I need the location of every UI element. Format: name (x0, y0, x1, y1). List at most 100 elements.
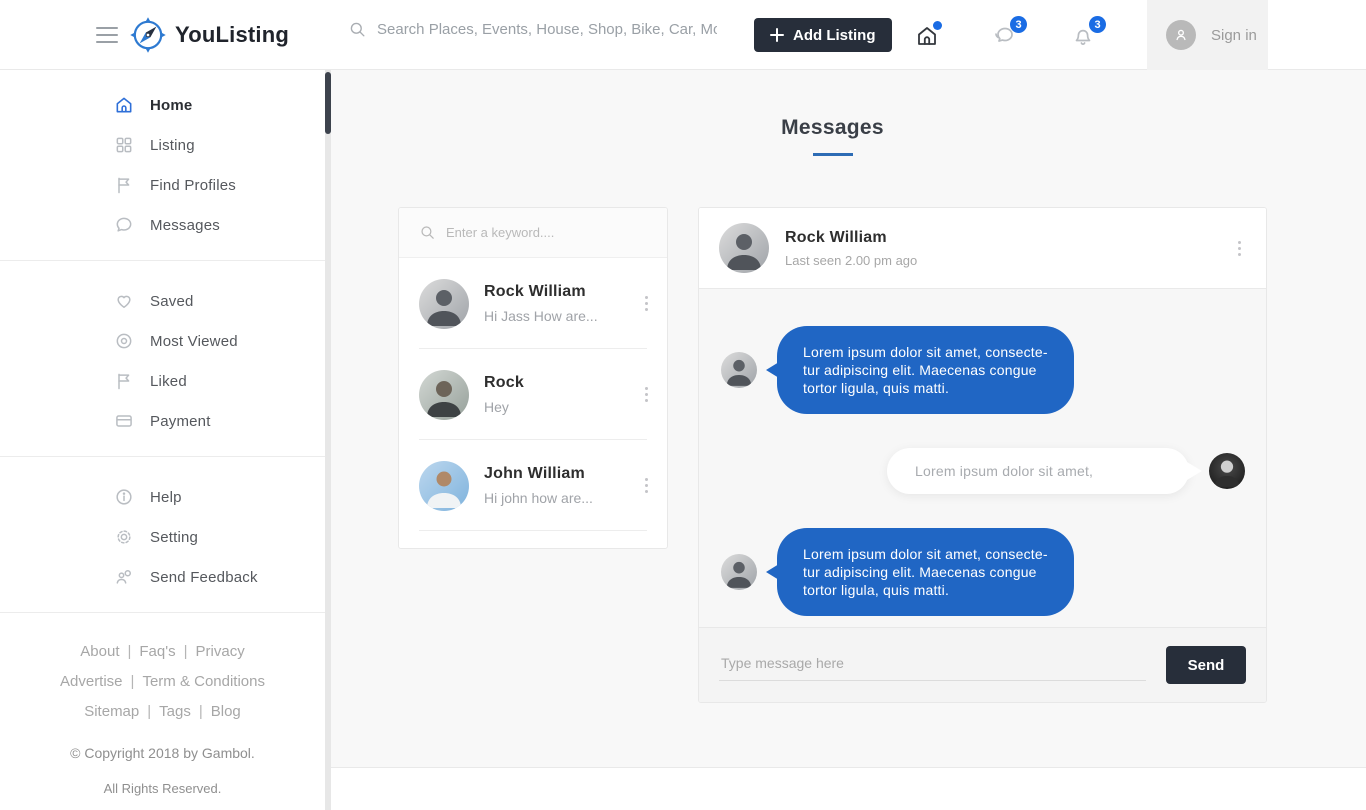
conversation-name: John William (484, 465, 639, 483)
add-listing-button[interactable]: Add Listing (754, 18, 892, 52)
sidebar-item-liked[interactable]: Liked (0, 361, 325, 401)
flag-icon (114, 175, 134, 195)
title-underline (813, 153, 853, 156)
sidebar-item-label: Payment (150, 413, 211, 430)
search-input[interactable] (377, 21, 717, 38)
sidebar-item-payment[interactable]: Payment (0, 401, 325, 441)
card-icon (114, 411, 134, 431)
chat-header: Rock William Last seen 2.00 pm ago (699, 208, 1266, 289)
search-icon (419, 224, 436, 241)
brand-name: YouListing (175, 22, 289, 48)
user-icon (1166, 20, 1196, 50)
chat-badge: 3 (1010, 16, 1027, 33)
footer-link-advertise[interactable]: Advertise (60, 673, 123, 690)
home-nav-icon[interactable] (915, 24, 939, 48)
footer-link-sitemap[interactable]: Sitemap (84, 703, 139, 720)
incoming-message-bubble: Lorem ipsum dolor sit amet, consecte- tu… (777, 326, 1074, 414)
brand-logo[interactable]: YouListing (128, 15, 289, 55)
message-icon (114, 215, 134, 235)
sign-in-button[interactable]: Sign in (1147, 0, 1268, 70)
sidebar-item-find-profiles[interactable]: Find Profiles (0, 165, 325, 205)
conversation-preview: Hey (484, 399, 639, 415)
conversation-preview: Hi john how are... (484, 490, 639, 506)
sidebar-item-label: Find Profiles (150, 177, 236, 194)
sidebar-item-help[interactable]: Help (0, 477, 325, 517)
sidebar-footer: About|Faq's|Privacy Advertise|Term & Con… (0, 613, 325, 799)
chat-panel: Rock William Last seen 2.00 pm ago Lorem… (698, 207, 1267, 703)
footer-links-row: Advertise|Term & Conditions (10, 667, 315, 697)
chat-message-area: Lorem ipsum dolor sit amet, consecte- tu… (699, 289, 1266, 627)
sidebar-item-label: Help (150, 489, 182, 506)
sidebar-item-label: Send Feedback (150, 569, 258, 586)
avatar (721, 554, 757, 590)
sidebar: Home Listing Find Profiles Messages S (0, 70, 325, 810)
footer-link-privacy[interactable]: Privacy (196, 643, 245, 660)
search-icon (348, 20, 367, 39)
global-search (348, 20, 728, 39)
main-content: Messages Rock William Hi (331, 70, 1366, 768)
bell-badge: 3 (1089, 16, 1106, 33)
footer-link-terms[interactable]: Term & Conditions (142, 673, 265, 690)
sidebar-item-most-viewed[interactable]: Most Viewed (0, 321, 325, 361)
keyword-search-input[interactable] (446, 225, 653, 240)
footer-link-about[interactable]: About (80, 643, 119, 660)
grid-icon (114, 135, 134, 155)
sidebar-item-home[interactable]: Home (0, 85, 325, 125)
home-notification-dot (933, 21, 942, 30)
sidebar-item-saved[interactable]: Saved (0, 281, 325, 321)
avatar (721, 352, 757, 388)
notifications-icon[interactable]: 3 (1071, 24, 1095, 48)
chat-last-seen: Last seen 2.00 pm ago (785, 253, 1232, 268)
message-input[interactable] (719, 649, 1146, 681)
rights-text: All Rights Reserved. (10, 779, 315, 799)
kebab-icon[interactable] (639, 295, 653, 313)
page-title: Messages (398, 116, 1267, 140)
sidebar-item-label: Messages (150, 217, 220, 234)
kebab-icon[interactable] (639, 477, 653, 495)
sidebar-item-setting[interactable]: Setting (0, 517, 325, 557)
chat-nav-icon[interactable]: 3 (992, 24, 1016, 48)
avatar (419, 279, 469, 329)
chat-composer: Send (699, 627, 1266, 702)
sidebar-scrollbar[interactable] (325, 70, 331, 810)
sidebar-item-send-feedback[interactable]: Send Feedback (0, 557, 325, 597)
avatar (419, 370, 469, 420)
kebab-icon[interactable] (1232, 239, 1246, 257)
feedback-icon (114, 567, 134, 587)
sidebar-group-main: Home Listing Find Profiles Messages (0, 70, 325, 261)
footer-links-row: About|Faq's|Privacy (10, 637, 315, 667)
sidebar-group-activity: Saved Most Viewed Liked Payment (0, 261, 325, 457)
conversation-item-john-william[interactable]: John William Hi john how are... (399, 440, 667, 531)
sidebar-item-label: Home (150, 97, 192, 114)
eye-icon (114, 331, 134, 351)
sidebar-item-label: Most Viewed (150, 333, 238, 350)
info-icon (114, 487, 134, 507)
sidebar-item-label: Setting (150, 529, 198, 546)
sidebar-item-label: Listing (150, 137, 195, 154)
conversation-preview: Hi Jass How are... (484, 308, 639, 324)
copyright-text: © Copyright 2018 by Gambol. (10, 743, 315, 763)
conversation-name: Rock (484, 374, 639, 392)
avatar (719, 223, 769, 273)
plus-icon (770, 28, 784, 42)
conversation-list-panel: Rock William Hi Jass How are... Rock Hey (398, 207, 668, 549)
conversation-item-rock-william[interactable]: Rock William Hi Jass How are... (399, 258, 667, 349)
footer-link-blog[interactable]: Blog (211, 703, 241, 720)
message-row-incoming: Lorem ipsum dolor sit amet, consecte- tu… (699, 528, 1266, 616)
kebab-icon[interactable] (639, 386, 653, 404)
top-navbar: YouListing Add Listing 3 3 (0, 0, 1366, 70)
footer-link-faqs[interactable]: Faq's (139, 643, 175, 660)
sidebar-item-label: Liked (150, 373, 187, 390)
sign-in-label: Sign in (1211, 27, 1257, 44)
message-row-incoming: Lorem ipsum dolor sit amet, consecte- tu… (699, 326, 1266, 414)
sidebar-item-messages[interactable]: Messages (0, 205, 325, 245)
scrollbar-thumb[interactable] (325, 72, 331, 134)
avatar (419, 461, 469, 511)
sidebar-group-support: Help Setting Send Feedback (0, 457, 325, 613)
gear-icon (114, 527, 134, 547)
conversation-item-rock[interactable]: Rock Hey (399, 349, 667, 440)
sidebar-item-listing[interactable]: Listing (0, 125, 325, 165)
menu-icon[interactable] (96, 27, 118, 43)
send-button[interactable]: Send (1166, 646, 1246, 684)
footer-link-tags[interactable]: Tags (159, 703, 191, 720)
